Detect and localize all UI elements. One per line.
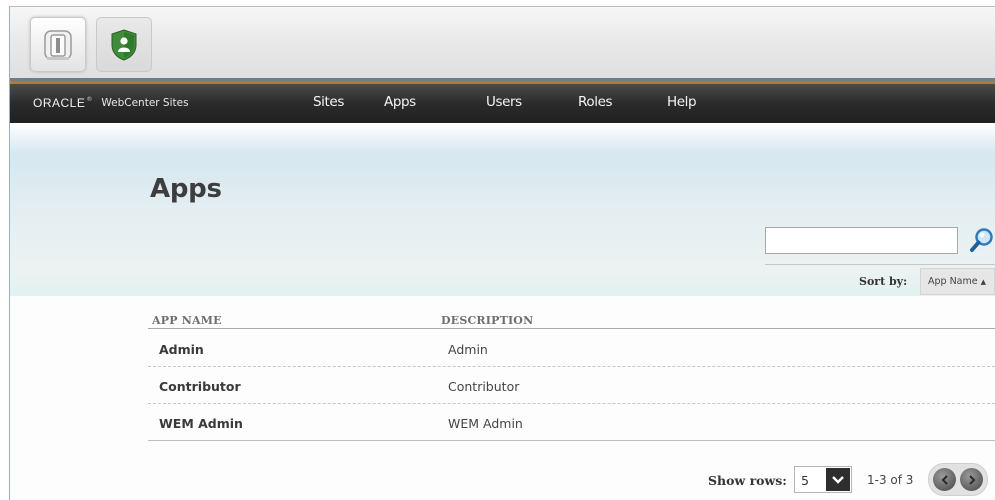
chevron-down-icon[interactable] <box>826 468 850 491</box>
oracle-brand: ORACLE ® WebCenter Sites <box>33 95 189 111</box>
app-name-cell[interactable]: WEM Admin <box>159 416 243 431</box>
app-bar <box>10 7 995 83</box>
table-row[interactable]: Admin Admin <box>148 330 995 367</box>
table-row[interactable]: WEM Admin WEM Admin <box>148 404 995 441</box>
column-header-description[interactable]: DESCRIPTION <box>441 314 533 327</box>
previous-page-icon[interactable] <box>933 468 956 491</box>
next-page-icon[interactable] <box>960 468 983 491</box>
column-header-app-name[interactable]: APP NAME <box>152 314 222 327</box>
nav-item-help[interactable]: Help <box>667 94 697 110</box>
sort-value: App Name <box>928 276 978 287</box>
app-name-cell[interactable]: Contributor <box>159 379 241 394</box>
nav-item-apps[interactable]: Apps <box>384 94 416 110</box>
oracle-logo-text: ORACLE <box>33 96 86 110</box>
description-cell: Admin <box>448 342 488 357</box>
search-icon[interactable] <box>969 226 995 254</box>
search-divider <box>765 264 995 265</box>
rows-per-page-select[interactable]: 5 <box>794 466 852 493</box>
description-cell: WEM Admin <box>448 416 523 431</box>
page-header-band <box>10 123 995 296</box>
window-left-border <box>9 6 10 500</box>
sort-dropdown[interactable]: App Name ▲ <box>920 268 995 295</box>
sort-ascending-icon: ▲ <box>980 277 986 286</box>
app-name-cell[interactable]: Admin <box>159 342 204 357</box>
user-shield-icon <box>111 28 137 61</box>
nav-item-roles[interactable]: Roles <box>578 94 613 110</box>
sort-by-label: Sort by: <box>859 275 908 288</box>
page-range: 1-3 of 3 <box>867 473 914 487</box>
admin-tool-icon <box>44 29 72 60</box>
registered-mark: ® <box>86 96 93 103</box>
admin-app-icon[interactable] <box>30 17 86 72</box>
show-rows-label: Show rows: <box>708 473 787 488</box>
pagination-controls <box>928 463 988 496</box>
search-input[interactable] <box>765 227 958 254</box>
table-row[interactable]: Contributor Contributor <box>148 367 995 404</box>
description-cell: Contributor <box>448 379 520 394</box>
rows-per-page-value: 5 <box>801 473 809 488</box>
page-title: Apps <box>150 174 222 204</box>
wem-app-icon[interactable] <box>96 17 152 72</box>
table-header-rule <box>148 328 995 329</box>
product-name: WebCenter Sites <box>101 97 189 109</box>
nav-item-sites[interactable]: Sites <box>313 94 344 110</box>
nav-item-users[interactable]: Users <box>486 94 522 110</box>
